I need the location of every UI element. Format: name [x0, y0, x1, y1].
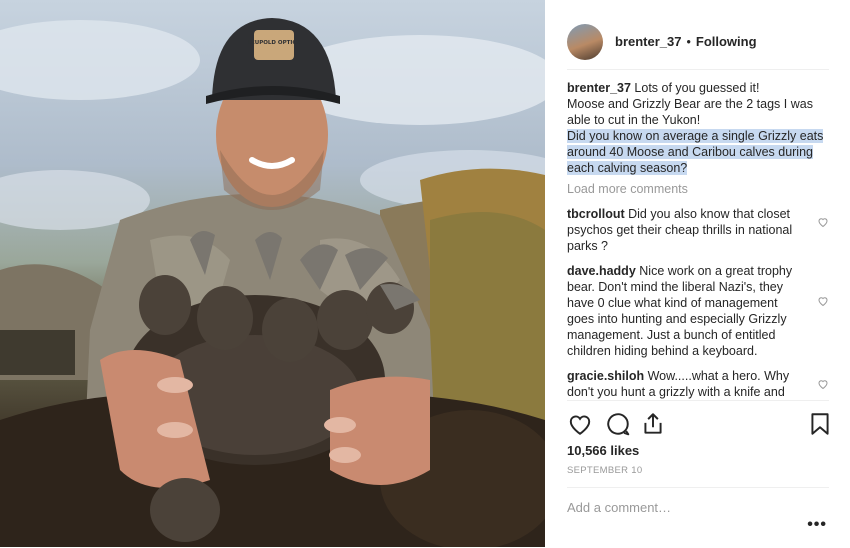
- caption-highlighted-text: Did you know on average a single Grizzly…: [567, 129, 824, 175]
- comment-text: Nice work on a great trophy bear. Don't …: [567, 264, 793, 358]
- caption-line-2: Moose and Grizzly Bear are the 2 tags I …: [567, 97, 813, 127]
- post-photo[interactable]: LEUPOLD OPTICS: [0, 0, 545, 547]
- instagram-post: LEUPOLD OPTICS brenter_37 • Following br…: [0, 0, 850, 547]
- comment-username[interactable]: tbcrollout: [567, 207, 625, 221]
- share-icon[interactable]: [640, 411, 666, 437]
- comment-username[interactable]: gracie.shiloh: [567, 369, 644, 383]
- heart-icon[interactable]: [567, 411, 593, 437]
- comment-like-heart-icon[interactable]: [817, 378, 829, 390]
- caption-username[interactable]: brenter_37: [567, 81, 631, 95]
- post-caption: brenter_37 Lots of you guessed it! Moose…: [567, 80, 829, 176]
- avatar[interactable]: [567, 23, 603, 60]
- header-separator: •: [686, 34, 691, 49]
- post-date: SEPTEMBER 10: [567, 465, 643, 476]
- comments-list: brenter_37 Lots of you guessed it! Moose…: [567, 80, 829, 402]
- cap-logo-text: LEUPOLD OPTICS: [247, 40, 300, 46]
- hunter-with-bear-paw-image: LEUPOLD OPTICS: [0, 18, 545, 547]
- add-comment-section: Add a comment… •••: [567, 487, 829, 548]
- following-button[interactable]: Following: [696, 34, 757, 49]
- comment-item: gracie.shiloh Wow.....what a hero. Why d…: [567, 368, 829, 402]
- comment-like-heart-icon[interactable]: [817, 295, 829, 307]
- likes-count[interactable]: 10,566 likes: [567, 443, 639, 458]
- post-actions: 10,566 likes SEPTEMBER 10: [567, 400, 829, 483]
- add-comment-input[interactable]: Add a comment…: [567, 500, 671, 515]
- caption-line-1: Lots of you guessed it!: [634, 81, 760, 95]
- header-username[interactable]: brenter_37: [615, 34, 681, 49]
- load-more-comments-link[interactable]: Load more comments: [567, 182, 829, 196]
- comment-like-heart-icon[interactable]: [817, 216, 829, 228]
- comment-item: tbcrollout Did you also know that closet…: [567, 206, 829, 254]
- post-header: brenter_37 • Following: [567, 14, 829, 70]
- post-side-panel: brenter_37 • Following brenter_37 Lots o…: [545, 0, 850, 547]
- bookmark-icon[interactable]: [807, 411, 833, 437]
- comment-icon[interactable]: [605, 411, 631, 437]
- comment-item: dave.haddy Nice work on a great trophy b…: [567, 263, 829, 359]
- action-icons-row: [567, 411, 829, 437]
- more-options-icon[interactable]: •••: [807, 516, 827, 534]
- comment-username[interactable]: dave.haddy: [567, 264, 636, 278]
